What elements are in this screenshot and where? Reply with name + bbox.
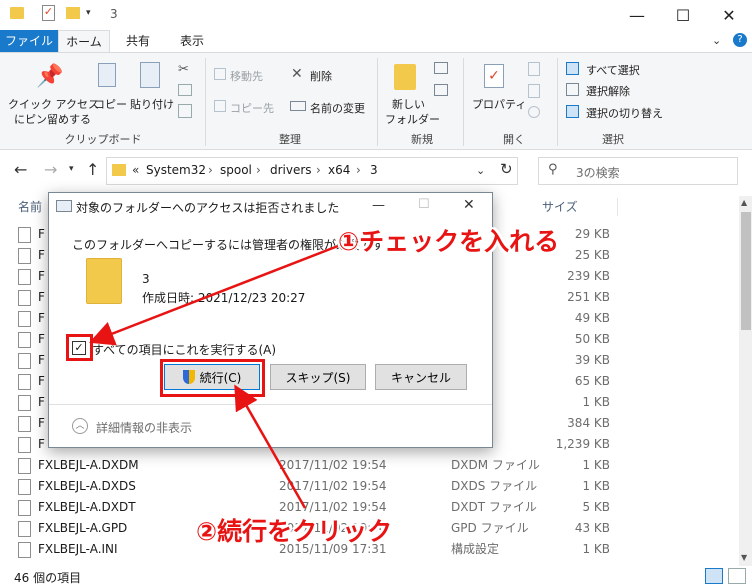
step1-annotation: ①チェックを入れる: [338, 227, 560, 256]
step2-annotation: ②続行をクリック: [196, 517, 393, 546]
arrow-to-checkbox: [89, 244, 339, 346]
arrow-to-continue: [234, 384, 307, 509]
annotation-arrows: [89, 244, 339, 509]
